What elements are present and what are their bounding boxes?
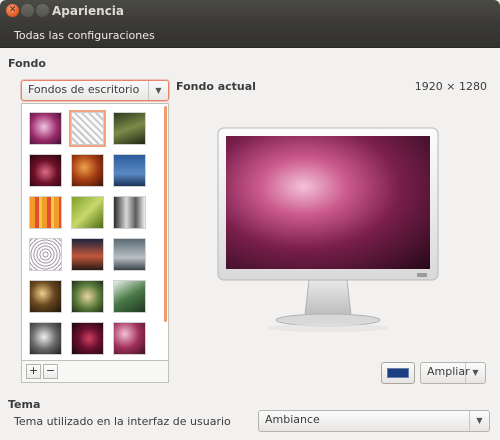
remove-wallpaper-button[interactable]: −: [43, 364, 58, 379]
chevron-down-icon: ▼: [148, 81, 168, 100]
theme-description: Tema utilizado en la interfaz de usuario: [14, 415, 231, 428]
theme-combo[interactable]: Ambiance ▼: [258, 410, 490, 432]
minimize-icon[interactable]: [21, 4, 34, 17]
theme-section-label: Tema: [8, 398, 41, 411]
all-settings-button[interactable]: Todas las configuraciones: [7, 25, 162, 45]
wallpaper-thumbnail[interactable]: [113, 280, 146, 313]
wallpaper-thumbnail[interactable]: [29, 280, 62, 313]
background-source-value: Fondos de escritorio: [28, 83, 140, 96]
wallpaper-thumbnail[interactable]: [71, 238, 104, 271]
chevron-down-icon: ▼: [469, 411, 489, 431]
wallpaper-thumbnail[interactable]: [71, 196, 104, 229]
monitor-icon: [217, 127, 439, 332]
wallpaper-thumbnail[interactable]: [29, 322, 62, 355]
theme-value: Ambiance: [265, 413, 320, 426]
wallpaper-thumbnail[interactable]: [29, 196, 62, 229]
wallpaper-thumbnail[interactable]: [69, 110, 106, 147]
window-title: Apariencia: [52, 4, 125, 18]
close-icon[interactable]: ✕: [6, 4, 19, 17]
wallpaper-thumbnail[interactable]: [113, 238, 146, 271]
zoom-mode-value: Ampliar: [427, 365, 470, 378]
wallpaper-thumbnail[interactable]: [113, 154, 146, 187]
wallpaper-thumbnail[interactable]: [29, 238, 62, 271]
current-background-preview: [217, 127, 447, 340]
maximize-icon[interactable]: [36, 4, 49, 17]
wallpaper-list[interactable]: [21, 103, 169, 361]
current-background-label: Fondo actual: [176, 80, 256, 93]
wallpaper-thumbnail[interactable]: [71, 280, 104, 313]
background-resolution: 1920 × 1280: [414, 80, 487, 93]
color-swatch: [387, 368, 409, 378]
wallpaper-thumbnail[interactable]: [113, 322, 146, 355]
wallpaper-thumbnail[interactable]: [113, 196, 146, 229]
title-bar: ✕ Apariencia: [0, 0, 500, 22]
wallpaper-list-toolbar: + −: [21, 361, 169, 383]
appearance-window: ✕ Apariencia Todas las configuraciones F…: [0, 0, 500, 440]
background-source-combo[interactable]: Fondos de escritorio ▼: [21, 80, 169, 101]
wallpaper-thumbnail[interactable]: [71, 154, 104, 187]
zoom-mode-combo[interactable]: Ampliar ▼: [420, 362, 486, 384]
chevron-down-icon: ▼: [465, 363, 485, 383]
toolbar: Todas las configuraciones: [0, 22, 500, 48]
wallpaper-thumbnail[interactable]: [113, 112, 146, 145]
background-section-label: Fondo: [8, 57, 46, 70]
wallpaper-thumbnail[interactable]: [29, 154, 62, 187]
add-wallpaper-button[interactable]: +: [26, 364, 41, 379]
wallpaper-thumbnail[interactable]: [29, 112, 62, 145]
background-color-button[interactable]: [381, 362, 415, 384]
wallpaper-thumbnail[interactable]: [71, 322, 104, 355]
wallpaper-list-scrollbar[interactable]: [164, 106, 167, 322]
